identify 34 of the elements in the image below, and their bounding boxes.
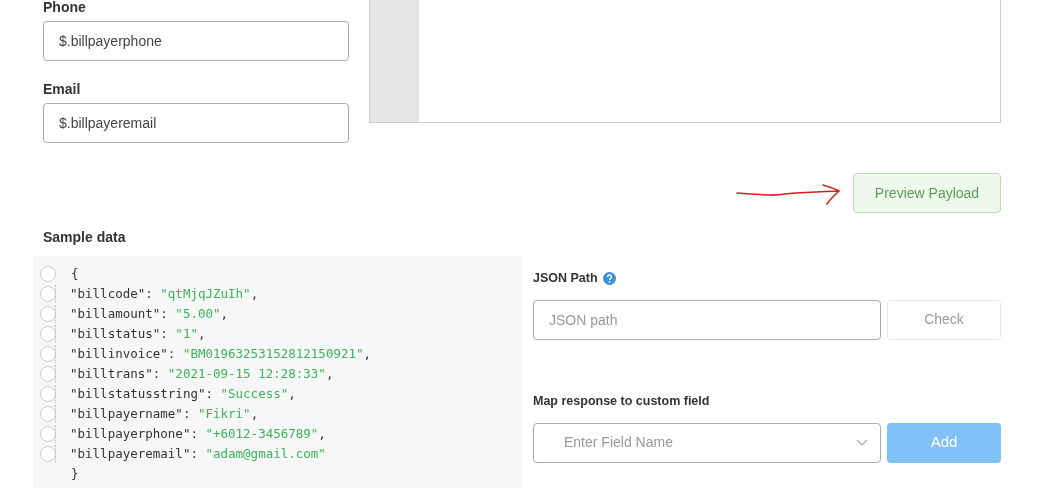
dropdown-placeholder: Enter Field Name (564, 433, 673, 452)
code-line: } (71, 464, 79, 483)
section-title: Sample data (43, 229, 127, 246)
code-line: "billpayeremail": "adam@gmail.com" (55, 444, 326, 464)
code-line: "billamount": "5.00", (55, 304, 229, 324)
code-line: { (71, 264, 79, 283)
radio-button[interactable] (40, 366, 56, 382)
radio-button[interactable] (40, 286, 56, 302)
code-line: "billtrans": "2021-09-15 12:28:33", (55, 364, 334, 384)
code-line: "billstatusstring": "Success", (55, 384, 296, 404)
field-label: Phone (43, 0, 87, 16)
code-line: "billstatus": "1", (55, 324, 206, 344)
code-line: "billcode": "qtMjqJZuIh", (55, 284, 259, 304)
radio-button[interactable] (40, 386, 56, 402)
chevron-down-icon (856, 439, 868, 446)
code-line: "billpayername": "Fikri", (55, 404, 259, 424)
radio-button[interactable] (40, 446, 56, 462)
field-label: Email (43, 81, 82, 98)
text-field[interactable]: $.billpayeremail (43, 103, 349, 143)
preview-payload-button[interactable]: Preview Payload (853, 173, 1001, 213)
help-icon[interactable] (602, 271, 616, 285)
field-label: JSON Path (533, 270, 598, 287)
field-label: Map response to custom field (533, 392, 711, 410)
radio-button[interactable] (40, 266, 56, 282)
text-field[interactable]: $.billpayerphone (43, 21, 349, 61)
radio-button[interactable] (40, 326, 56, 342)
json-path-field[interactable]: JSON path (533, 299, 881, 340)
radio-button[interactable] (40, 406, 56, 422)
field-name-dropdown[interactable]: Enter Field Name (533, 422, 881, 463)
code-line: "billpayerphone": "+6012-3456789", (55, 424, 326, 444)
radio-button[interactable] (40, 426, 56, 442)
radio-button[interactable] (40, 346, 56, 362)
radio-button[interactable] (40, 306, 56, 322)
code-line: "billinvoice": "BM01963253152812150921", (55, 344, 372, 364)
